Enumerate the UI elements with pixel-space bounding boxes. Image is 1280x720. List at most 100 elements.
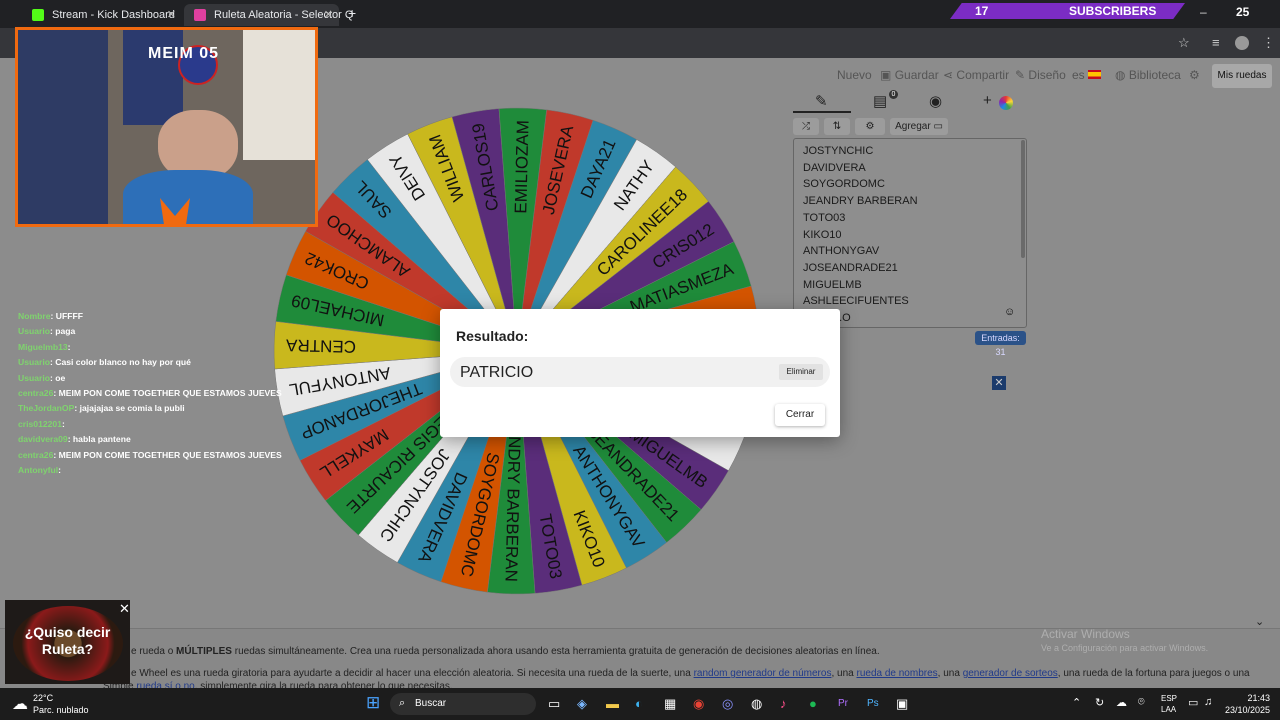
library-button[interactable]: ◍ Biblioteca — [1115, 68, 1181, 82]
tray-volume-icon[interactable]: ♫ — [1204, 696, 1212, 708]
chat-message: Usuario: Casi color blanco no hay por qu… — [18, 355, 278, 370]
tab-kick-dashboard[interactable]: Stream - Kick Dashboard ✕ — [22, 4, 182, 26]
chat-message: Miguelmb13: — [18, 340, 278, 355]
close-popup-icon[interactable]: ✕ — [119, 601, 130, 617]
new-button[interactable]: Nuevo — [837, 68, 872, 82]
weather-temp: 22°C — [33, 693, 54, 703]
store-icon[interactable]: ▦ — [664, 696, 676, 712]
add-image-button[interactable]: Agregar ▭ — [890, 118, 948, 135]
chat-text: : UFFFF — [50, 311, 83, 321]
edit-icon[interactable]: ✎ — [815, 92, 828, 110]
obs-icon[interactable]: ◍ — [751, 696, 762, 712]
tiktok-icon[interactable]: ♪ — [780, 696, 787, 711]
number-generator-link[interactable]: random generador de números — [694, 668, 832, 679]
chat-text: : jajajajaa se comia la publi — [74, 403, 185, 414]
copilot-icon[interactable]: ◈ — [577, 696, 587, 712]
gear-icon[interactable]: ⚙ — [855, 118, 885, 135]
start-icon[interactable]: ⊞ — [366, 693, 380, 713]
taskbar-search[interactable]: ⌕ Buscar — [390, 693, 536, 715]
remove-button[interactable]: Eliminar — [779, 364, 823, 380]
entry: ANTHONYGAV — [803, 245, 880, 258]
wheel-segment-label: EMILIOZAM — [511, 120, 532, 214]
chat-username[interactable]: davidvera09 — [18, 434, 68, 444]
new-tab-button[interactable]: + — [348, 5, 356, 21]
profile-icon[interactable] — [1235, 36, 1249, 50]
chat-username[interactable]: Antonyful — [18, 465, 58, 475]
chevron-down-icon[interactable]: ⌄ — [1255, 615, 1264, 628]
capcut-icon[interactable]: ▣ — [896, 696, 908, 712]
chat-username[interactable]: Usuario — [18, 326, 50, 336]
discord-icon[interactable]: ◎ — [722, 696, 733, 712]
lang-bottom[interactable]: LAA — [1161, 705, 1176, 714]
wheel-segment-label: CENTRA — [285, 335, 356, 356]
close-tab-icon[interactable]: ✕ — [167, 8, 176, 21]
tray-cloud-icon[interactable]: ☁ — [1116, 696, 1127, 709]
reading-list-icon[interactable]: ≡ — [1212, 35, 1220, 50]
chat-username[interactable]: Usuario — [18, 373, 50, 383]
chat-username[interactable]: centra26 — [18, 450, 53, 460]
photoshop-icon[interactable]: Ps — [867, 698, 879, 709]
star-icon[interactable]: ☆ — [1178, 35, 1190, 51]
settings-icon[interactable]: ⚙ — [1189, 68, 1200, 82]
wheel-site-icon — [194, 9, 206, 21]
language-button[interactable]: es — [1072, 68, 1102, 82]
entry: DAVIDVERA — [803, 161, 866, 174]
lang-top[interactable]: ESP — [1161, 694, 1177, 703]
cam-person-body — [123, 170, 253, 224]
color-wheel-icon[interactable] — [999, 96, 1013, 110]
chat-username[interactable]: Nombre — [18, 311, 50, 321]
emoji-icon[interactable]: ☺ — [1004, 306, 1015, 318]
minimize-icon[interactable]: – — [1200, 5, 1207, 19]
spotify-icon[interactable]: ● — [809, 696, 817, 711]
results-badge: 0 — [889, 90, 898, 99]
kick-icon — [32, 9, 44, 21]
chat-message: TheJordanOP: jajajajaa se comia la publi — [18, 401, 278, 416]
chat-message: cris012201: — [18, 417, 278, 432]
description: e rueda o MÚLTIPLES ruedas simultáneamen… — [0, 616, 1280, 692]
chat-text: : — [61, 418, 65, 429]
chat-username[interactable]: Miguelmb13 — [18, 342, 68, 352]
result-dialog: Resultado: PATRICIO Eliminar Cerrar — [440, 309, 840, 437]
chat-username[interactable]: cris012201 — [18, 419, 62, 429]
names-wheel-link[interactable]: rueda de nombres — [856, 668, 937, 679]
file-explorer-icon[interactable]: ▬ — [606, 696, 619, 711]
my-wheels-button[interactable]: Mis ruedas — [1212, 64, 1272, 88]
close-ad-icon[interactable]: ✕ — [992, 376, 1006, 390]
tray-monitor-icon[interactable]: ▭ — [1188, 696, 1198, 709]
entries-list[interactable]: JOSTYNCHIC DAVIDVERA SOYGORDOMC JEANDRY … — [793, 138, 1027, 328]
tray-mic-icon[interactable]: ⌾ — [1138, 696, 1145, 709]
activate-windows-title: Activar Windows — [1041, 627, 1130, 641]
chat-text: : oe — [50, 372, 66, 383]
cam-background — [18, 30, 108, 224]
shuffle-icon[interactable]: ⤮ — [793, 118, 819, 135]
chat-username[interactable]: Usuario — [18, 357, 50, 367]
panel-tabs: ✎ ▤ 0 ◉ + — [793, 90, 1025, 114]
tray-sync-icon[interactable]: ↻ — [1095, 696, 1104, 709]
close-button[interactable]: Cerrar — [775, 404, 825, 426]
add-icon[interactable]: + — [983, 92, 992, 109]
task-view-icon[interactable]: ▭ — [548, 696, 560, 712]
chrome-icon[interactable]: ◉ — [693, 696, 704, 712]
chat-username[interactable]: TheJordanOP — [18, 403, 74, 413]
chat-username[interactable]: centra26 — [18, 388, 53, 398]
clock-date[interactable]: 23/10/2025 — [1218, 705, 1270, 715]
tray-chevron-icon[interactable]: ⌃ — [1072, 696, 1081, 709]
sort-icon[interactable]: ⇅ — [824, 118, 850, 135]
share-icon: ⋖ — [943, 68, 954, 82]
raffle-generator-link[interactable]: generador de sorteos — [963, 668, 1058, 679]
share-button[interactable]: ⋖ Compartir — [943, 68, 1009, 82]
menu-icon[interactable]: ⋮ — [1262, 35, 1275, 51]
tab-ruleta[interactable]: Ruleta Aleatoria - Selector Q ✕ — [184, 4, 353, 26]
webcam-overlay: MEIM 05 — [15, 27, 318, 227]
clock-time[interactable]: 21:43 — [1234, 693, 1270, 703]
save-button[interactable]: ▣ Guardar — [880, 68, 939, 82]
results-icon[interactable]: ▤ — [873, 92, 887, 110]
design-button[interactable]: ✎ Diseño — [1015, 68, 1066, 82]
hide-icon[interactable]: ◉ — [929, 92, 942, 110]
edge-icon[interactable]: ◐ — [635, 696, 643, 711]
entries-scrollbar[interactable] — [1021, 140, 1025, 258]
premiere-icon[interactable]: Pr — [838, 698, 848, 709]
weather-icon: ☁ — [12, 696, 28, 713]
close-tab-icon[interactable]: ✕ — [324, 8, 333, 21]
chat-message: Usuario: paga — [18, 324, 278, 339]
